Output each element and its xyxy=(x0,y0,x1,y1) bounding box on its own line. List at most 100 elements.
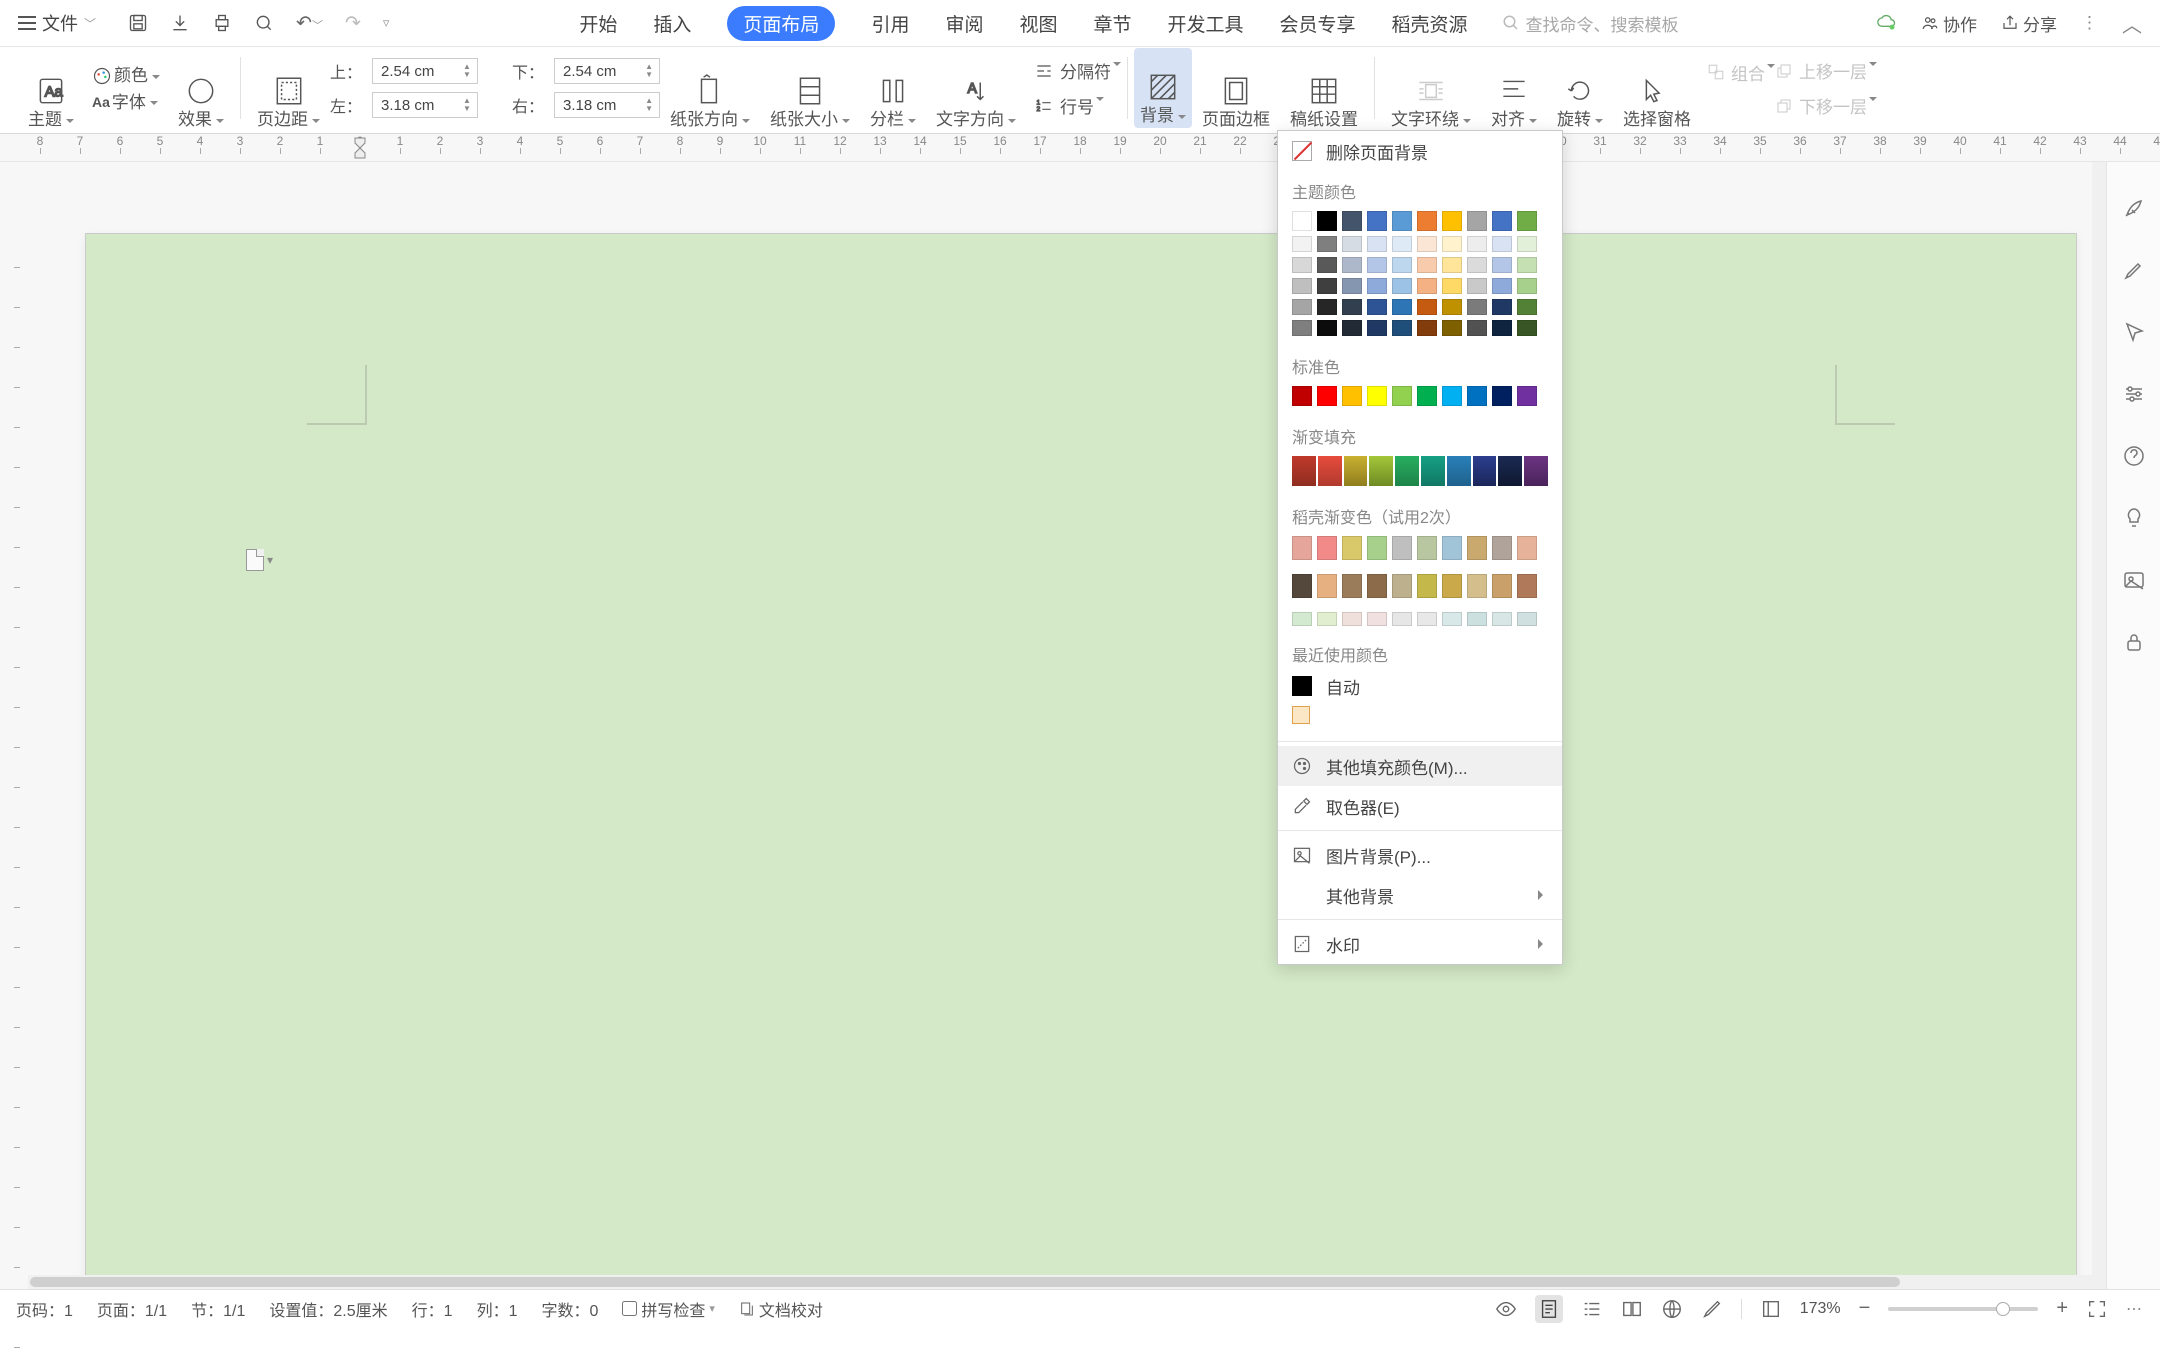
gradient-swatch[interactable] xyxy=(1447,456,1471,486)
textdir-button[interactable]: 文字方向 xyxy=(936,111,1016,128)
color-swatch[interactable] xyxy=(1392,386,1412,406)
color-swatch[interactable] xyxy=(1467,299,1487,315)
horizontal-scrollbar[interactable] xyxy=(28,1275,2106,1289)
color-swatch[interactable] xyxy=(1367,278,1387,294)
color-swatch[interactable] xyxy=(1392,574,1412,598)
color-swatch[interactable] xyxy=(1417,574,1437,598)
color-swatch[interactable] xyxy=(1342,574,1362,598)
color-swatch[interactable] xyxy=(1317,299,1337,315)
papersize-button[interactable]: 纸张大小 xyxy=(770,111,850,128)
color-swatch[interactable] xyxy=(1367,299,1387,315)
selpane-button[interactable]: 选择窗格 xyxy=(1623,111,1691,128)
gradient-swatch[interactable] xyxy=(1395,456,1419,486)
tab-resources[interactable]: 稻壳资源 xyxy=(1392,10,1468,37)
color-swatch[interactable] xyxy=(1467,386,1487,406)
color-swatch[interactable] xyxy=(1317,211,1337,231)
color-swatch[interactable] xyxy=(1342,320,1362,336)
color-swatch[interactable] xyxy=(1517,612,1537,626)
margin-icon[interactable] xyxy=(272,74,306,108)
color-swatch[interactable] xyxy=(1392,536,1412,560)
color-swatch[interactable] xyxy=(1292,536,1312,560)
color-swatch[interactable] xyxy=(1292,320,1312,336)
zoom-in-button[interactable]: + xyxy=(2056,1297,2068,1320)
color-swatch[interactable] xyxy=(1442,386,1462,406)
color-swatch[interactable] xyxy=(1317,320,1337,336)
color-swatch[interactable] xyxy=(1317,612,1337,626)
effect-icon[interactable] xyxy=(184,74,218,108)
outline-icon[interactable] xyxy=(1581,1298,1603,1320)
margin-button[interactable]: 页边距 xyxy=(257,111,320,128)
status-page-no[interactable]: 页码：1 xyxy=(16,1297,73,1321)
fullscreen-icon[interactable] xyxy=(2086,1298,2108,1320)
other-bg-item[interactable]: 其他背景 xyxy=(1278,875,1562,915)
lock-icon[interactable] xyxy=(2122,630,2146,654)
color-swatch[interactable] xyxy=(1317,236,1337,252)
export-icon[interactable] xyxy=(170,13,190,33)
color-swatch[interactable] xyxy=(1417,257,1437,273)
document-canvas[interactable]: ▾ xyxy=(28,162,2106,1275)
margin-left-input[interactable]: 3.18 cm▲▼ xyxy=(372,92,478,118)
color-swatch[interactable] xyxy=(1417,211,1437,231)
orientation-icon[interactable] xyxy=(693,74,727,108)
color-swatch[interactable] xyxy=(1492,536,1512,560)
print-layout-icon[interactable] xyxy=(1538,1298,1560,1320)
gradient-swatch[interactable] xyxy=(1524,456,1548,486)
eye-icon[interactable] xyxy=(1495,1298,1517,1320)
indent-marker-icon[interactable] xyxy=(354,137,366,157)
color-swatch[interactable] xyxy=(1317,386,1337,406)
color-swatch[interactable] xyxy=(1292,257,1312,273)
color-swatch[interactable] xyxy=(1492,386,1512,406)
color-swatch[interactable] xyxy=(1492,612,1512,626)
color-swatch[interactable] xyxy=(1342,211,1362,231)
color-swatch[interactable] xyxy=(1492,211,1512,231)
color-swatch[interactable] xyxy=(1492,278,1512,294)
color-swatch[interactable] xyxy=(1467,536,1487,560)
color-swatch[interactable] xyxy=(1442,612,1462,626)
customize-qat[interactable]: ▿ xyxy=(383,15,390,31)
color-swatch[interactable] xyxy=(1317,278,1337,294)
color-swatch[interactable] xyxy=(1342,236,1362,252)
share-button[interactable]: 分享 xyxy=(2001,11,2057,36)
color-swatch[interactable] xyxy=(1292,386,1312,406)
preview-icon[interactable] xyxy=(254,13,274,33)
annotate-icon[interactable] xyxy=(1701,1298,1723,1320)
zoom-out-button[interactable]: − xyxy=(1859,1297,1871,1320)
gradient-swatch[interactable] xyxy=(1498,456,1522,486)
break-button[interactable]: 分隔符 xyxy=(1034,58,1121,83)
color-swatch[interactable] xyxy=(1492,320,1512,336)
color-swatch[interactable] xyxy=(1442,299,1462,315)
status-page-count[interactable]: 页面：1/1 xyxy=(97,1297,167,1321)
watermark-item[interactable]: 水印 xyxy=(1278,924,1562,964)
color-swatch[interactable] xyxy=(1442,574,1462,598)
vertical-scrollbar[interactable] xyxy=(2092,162,2106,1275)
tab-view[interactable]: 视图 xyxy=(1019,10,1057,37)
tab-home[interactable]: 开始 xyxy=(579,10,617,37)
lineno-button[interactable]: 12行号 xyxy=(1034,93,1121,118)
gradient-swatch[interactable] xyxy=(1421,456,1445,486)
file-menu[interactable]: 文件 ﹀ xyxy=(18,10,96,36)
color-swatch[interactable] xyxy=(1392,257,1412,273)
color-swatch[interactable] xyxy=(1467,257,1487,273)
picture-bg-item[interactable]: 图片背景(P)... xyxy=(1278,835,1562,875)
color-swatch[interactable] xyxy=(1367,236,1387,252)
color-swatch[interactable] xyxy=(1417,278,1437,294)
rotate-button[interactable]: 旋转 xyxy=(1557,111,1603,128)
color-swatch[interactable] xyxy=(1342,257,1362,273)
color-swatch[interactable] xyxy=(1467,278,1487,294)
color-swatch[interactable] xyxy=(1467,612,1487,626)
border-icon[interactable] xyxy=(1219,74,1253,108)
more-fill-item[interactable]: 其他填充颜色(M)... xyxy=(1278,746,1562,786)
color-swatch[interactable] xyxy=(1392,612,1412,626)
color-swatch[interactable] xyxy=(1392,299,1412,315)
color-swatch[interactable] xyxy=(1342,299,1362,315)
color-swatch[interactable] xyxy=(1467,211,1487,231)
orientation-button[interactable]: 纸张方向 xyxy=(670,111,750,128)
border-button[interactable]: 页面边框 xyxy=(1202,111,1270,128)
status-compare[interactable]: 文档校对 xyxy=(739,1297,823,1321)
redo-button[interactable]: ↷ xyxy=(345,12,361,35)
reading-icon[interactable] xyxy=(1621,1298,1643,1320)
color-swatch[interactable] xyxy=(1467,236,1487,252)
page-tag-button[interactable]: ▾ xyxy=(246,549,273,571)
color-swatch[interactable] xyxy=(1417,236,1437,252)
font-button[interactable]: Aa 字体 xyxy=(92,94,160,111)
